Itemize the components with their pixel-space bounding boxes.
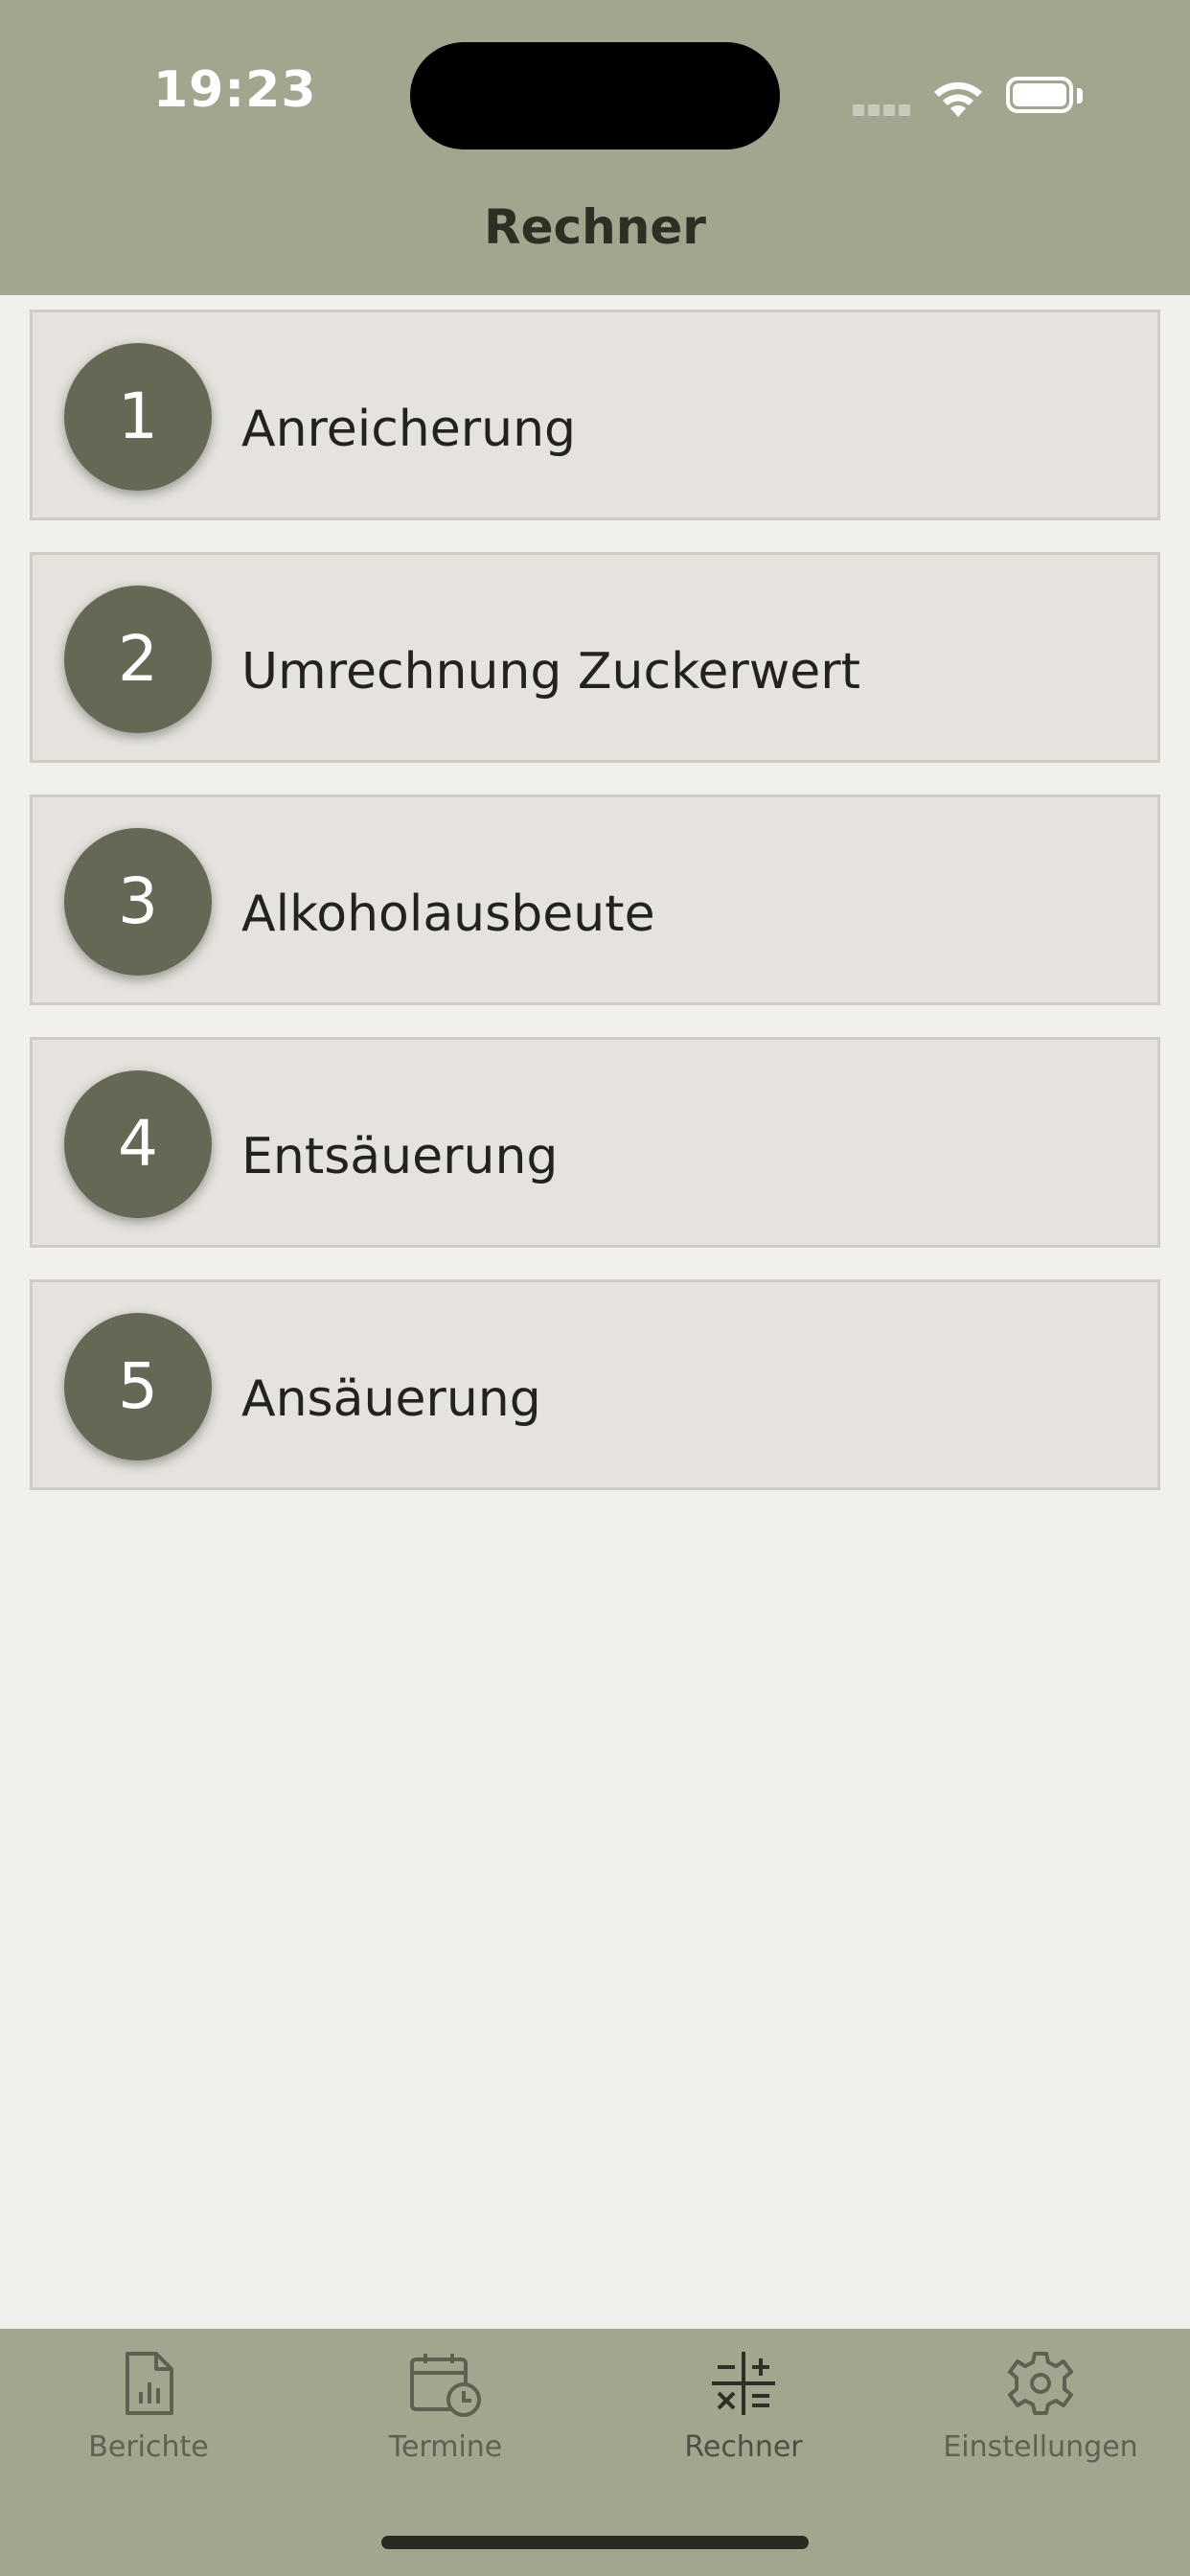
calculator-row-alkoholausbeute[interactable]: 3 Alkoholausbeute bbox=[30, 794, 1160, 1005]
tab-label: Rechner bbox=[684, 2430, 803, 2464]
tab-label: Termine bbox=[388, 2430, 503, 2464]
calculator-label: Ansäuerung bbox=[241, 1370, 541, 1428]
battery-cap bbox=[1077, 88, 1083, 104]
tab-label: Einstellungen bbox=[943, 2430, 1138, 2464]
status-time: 19:23 bbox=[153, 61, 317, 119]
tab-rechner[interactable]: Rechner bbox=[600, 2350, 887, 2494]
calculator-label: Alkoholausbeute bbox=[241, 886, 655, 943]
calculator-label: Umrechnung Zuckerwert bbox=[241, 643, 860, 701]
calculator-label: Entsäuerung bbox=[241, 1128, 559, 1185]
calculator-row-ansaeuerung[interactable]: 5 Ansäuerung bbox=[30, 1279, 1160, 1490]
header: 19:23 Rechner bbox=[0, 0, 1190, 295]
number-badge: 3 bbox=[64, 828, 212, 976]
battery-icon bbox=[1006, 77, 1073, 113]
tab-einstellungen[interactable]: Einstellungen bbox=[897, 2350, 1184, 2494]
calculator-row-umrechnung-zuckerwert[interactable]: 2 Umrechnung Zuckerwert bbox=[30, 552, 1160, 763]
page-title: Rechner bbox=[484, 199, 706, 255]
wifi-icon bbox=[934, 81, 982, 117]
tab-label: Berichte bbox=[88, 2430, 209, 2464]
document-chart-icon bbox=[126, 2352, 173, 2415]
number-badge: 1 bbox=[64, 343, 212, 491]
tab-berichte[interactable]: Berichte bbox=[5, 2350, 292, 2494]
calculator-label: Anreicherung bbox=[241, 401, 577, 458]
calculator-row-entsaeuerung[interactable]: 4 Entsäuerung bbox=[30, 1037, 1160, 1248]
number-badge: 4 bbox=[64, 1070, 212, 1218]
calculator-icon bbox=[712, 2352, 775, 2415]
calendar-clock-icon bbox=[410, 2354, 481, 2417]
gear-icon bbox=[1008, 2352, 1073, 2415]
calculator-row-anreicherung[interactable]: 1 Anreicherung bbox=[30, 310, 1160, 520]
number-badge: 5 bbox=[64, 1313, 212, 1460]
home-indicator bbox=[381, 2536, 809, 2549]
calculator-list: 1 Anreicherung 2 Umrechnung Zuckerwert 3… bbox=[30, 310, 1160, 1522]
cellular-signal-icon bbox=[853, 102, 914, 116]
dynamic-island bbox=[410, 42, 780, 150]
tab-termine[interactable]: Termine bbox=[302, 2350, 589, 2494]
number-badge: 2 bbox=[64, 586, 212, 733]
